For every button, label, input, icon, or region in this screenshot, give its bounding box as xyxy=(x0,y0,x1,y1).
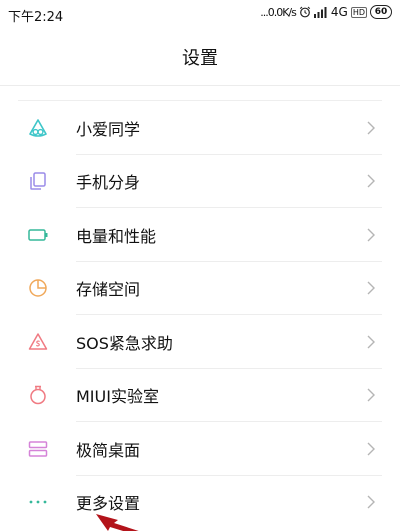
network-type: 4G xyxy=(330,5,348,19)
settings-list: 小爱同学 手机分身 电量和性能 存储空间 SOS紧急求助 MIUI实验室 极简桌… xyxy=(0,101,400,529)
page-title: 设置 xyxy=(182,47,218,69)
alarm-icon xyxy=(299,6,311,18)
simple-desktop-icon xyxy=(27,438,49,460)
chevron-right-icon xyxy=(366,120,376,136)
chevron-right-icon xyxy=(366,441,376,457)
settings-item-more-settings[interactable]: 更多设置 xyxy=(0,476,400,530)
settings-item-battery-performance[interactable]: 电量和性能 xyxy=(0,208,400,262)
settings-item-label: MIUI实验室 xyxy=(76,387,159,407)
settings-item-xiaoai[interactable]: 小爱同学 xyxy=(0,101,400,155)
page-header: 设置 xyxy=(0,28,400,86)
settings-item-label: 电量和性能 xyxy=(76,226,157,246)
chevron-right-icon xyxy=(366,280,376,296)
xiaoai-icon xyxy=(27,117,49,139)
settings-item-label: 极简桌面 xyxy=(76,440,141,460)
status-bar: 下午2:24 ...0.0K/s 4G HD 60 xyxy=(0,0,400,28)
signal-icon xyxy=(313,7,327,18)
chevron-right-icon xyxy=(366,334,376,350)
network-speed: ...0.0K/s xyxy=(260,5,297,19)
hd-badge: HD xyxy=(350,6,367,18)
chevron-right-icon xyxy=(366,173,376,189)
settings-item-storage[interactable]: 存储空间 xyxy=(0,262,400,316)
settings-item-dual-apps[interactable]: 手机分身 xyxy=(0,155,400,209)
storage-pie-icon xyxy=(27,277,49,299)
settings-item-miui-lab[interactable]: MIUI实验室 xyxy=(0,369,400,423)
status-indicators: ...0.0K/s 4G HD 60 xyxy=(260,5,392,19)
settings-item-sos[interactable]: SOS紧急求助 xyxy=(0,315,400,369)
more-dots-icon xyxy=(27,491,49,513)
chevron-right-icon xyxy=(366,227,376,243)
dual-phone-icon xyxy=(27,170,49,192)
status-time: 下午2:24 xyxy=(8,10,64,25)
section-gap xyxy=(0,86,400,100)
chevron-right-icon xyxy=(366,494,376,510)
settings-item-label: SOS紧急求助 xyxy=(76,333,173,353)
sos-icon xyxy=(27,331,49,353)
settings-item-label: 小爱同学 xyxy=(76,119,141,139)
lab-flask-icon xyxy=(27,384,49,406)
settings-item-label: 手机分身 xyxy=(76,173,141,193)
settings-item-simple-desktop[interactable]: 极简桌面 xyxy=(0,422,400,476)
battery-indicator: 60 xyxy=(370,5,392,19)
settings-item-label: 存储空间 xyxy=(76,280,141,300)
annotation-arrow-icon xyxy=(96,514,139,531)
battery-icon xyxy=(27,224,49,246)
chevron-right-icon xyxy=(366,387,376,403)
